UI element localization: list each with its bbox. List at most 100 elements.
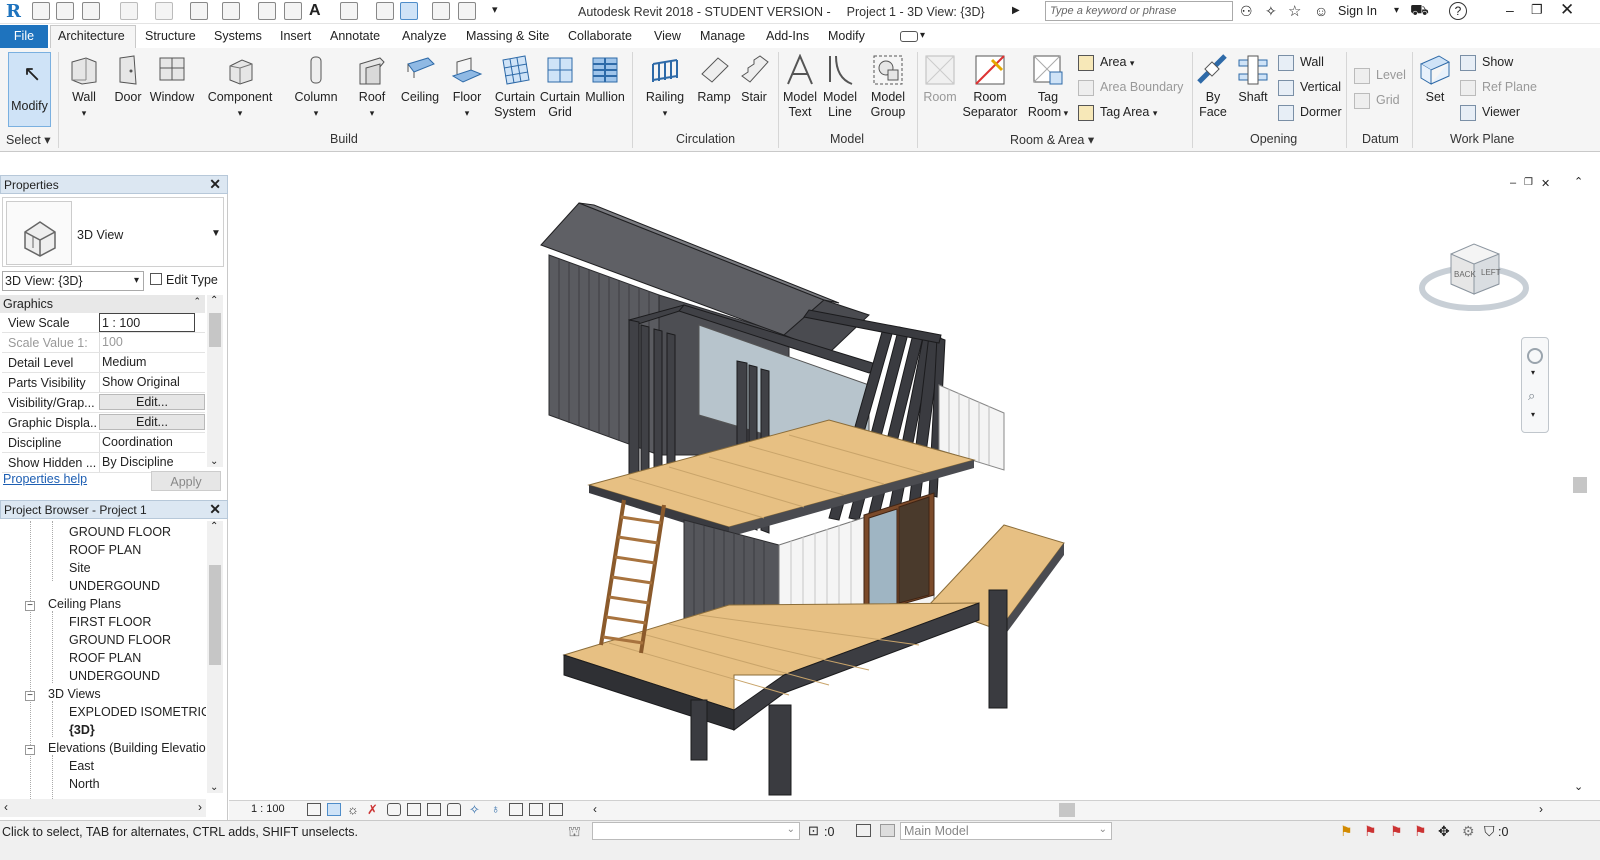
dormer-button[interactable]: Dormer (1278, 103, 1342, 123)
analytical-model-icon[interactable] (549, 803, 563, 816)
tree-item[interactable]: UNDERGOUND (69, 579, 160, 593)
panel-toggle-icon[interactable] (900, 31, 918, 42)
tree-item[interactable]: FIRST FLOOR (69, 615, 151, 629)
selection-count-icon[interactable]: ⊡ (808, 823, 819, 839)
worksharing-display-icon[interactable] (529, 803, 543, 816)
tag-area-button[interactable]: Tag Area ▾ (1078, 103, 1157, 123)
curtain-system-button[interactable]: Curtain System (492, 54, 538, 120)
design-option-dropdown[interactable]: Main Model ⌄ (900, 822, 1112, 840)
text-icon[interactable]: A (309, 2, 321, 20)
door-button[interactable]: Door (110, 54, 146, 105)
zoom-icon[interactable]: ⌕ (1528, 388, 1535, 404)
print-icon[interactable] (190, 2, 208, 20)
room-button[interactable]: Room (920, 54, 960, 105)
ref-plane-button[interactable]: Ref Plane (1460, 78, 1537, 98)
edit-type-button[interactable]: Edit Type (150, 273, 218, 287)
visual-style-icon[interactable] (327, 803, 341, 816)
floor-button[interactable]: Floor ▾ (448, 54, 486, 121)
tab-add-ins[interactable]: Add-Ins (766, 29, 809, 43)
select-pinned-icon[interactable]: ⚑ (1390, 823, 1403, 840)
close-icon[interactable]: ✕ (1560, 0, 1574, 20)
binoculars-icon[interactable]: ⚇ (1240, 3, 1253, 20)
view-cube-back-label[interactable]: BACK (1454, 270, 1476, 279)
viewport-vscrollbar[interactable]: ⌃ ⌄ (1564, 175, 1600, 800)
type-selector[interactable]: 3D View ▼ (2, 197, 224, 267)
mullion-button[interactable]: Mullion (582, 54, 628, 105)
aligned-dimension-icon[interactable] (258, 2, 276, 20)
tab-manage[interactable]: Manage (700, 29, 745, 43)
save-icon[interactable] (56, 2, 74, 20)
default-3d-view-icon[interactable] (340, 2, 358, 20)
workset-dropdown[interactable]: ⌄ (592, 822, 800, 840)
tree-item-active-3d[interactable]: {3D} (69, 723, 95, 737)
drag-elements-icon[interactable]: ✥ (1438, 823, 1450, 840)
collapse-toggle-icon[interactable]: − (25, 691, 35, 701)
select-dropdown[interactable]: Select ▾ (6, 132, 51, 147)
switch-windows-icon[interactable] (458, 2, 476, 20)
restore-icon[interactable]: ❐ (1531, 2, 1543, 18)
railing-button[interactable]: Railing ▾ (642, 54, 688, 121)
tree-item-elevations[interactable]: Elevations (Building Elevation (48, 741, 206, 755)
model-line-button[interactable]: Model Line (818, 54, 862, 120)
tab-massing-site[interactable]: Massing & Site (466, 29, 549, 43)
tree-item[interactable]: UNDERGOUND (69, 669, 160, 683)
3d-viewport[interactable]: – ❐ ✕ BACK LEFT ▾ ⌕ ▾ (229, 175, 1564, 800)
apply-button[interactable]: Apply (151, 471, 221, 491)
file-tab[interactable]: File (0, 25, 48, 48)
lock-view-icon[interactable] (447, 803, 461, 816)
grid-button[interactable]: Grid (1354, 91, 1400, 111)
column-button[interactable]: Column ▾ (292, 54, 340, 121)
vertical-opening-button[interactable]: Vertical (1278, 78, 1341, 98)
measure-icon[interactable] (222, 2, 240, 20)
temporary-view-properties-icon[interactable] (509, 803, 523, 816)
select-underlay-icon[interactable]: ⚑ (1364, 823, 1377, 840)
browser-vscrollbar[interactable]: ⌃ ⌄ (207, 521, 223, 793)
scroll-thumb[interactable] (209, 313, 221, 347)
tab-collaborate[interactable]: Collaborate (568, 29, 632, 43)
area-button[interactable]: Area ▾ (1078, 53, 1134, 73)
tab-analyze[interactable]: Analyze (402, 29, 446, 43)
tab-modify[interactable]: Modify (828, 29, 865, 43)
tab-structure[interactable]: Structure (145, 29, 196, 43)
view-cube-left-label[interactable]: LEFT (1481, 268, 1501, 277)
design-options-icon[interactable] (856, 824, 871, 837)
scroll-down-icon[interactable]: ⌄ (210, 456, 218, 467)
level-button[interactable]: Level (1354, 66, 1406, 86)
select-links-icon[interactable]: ⚑ (1340, 823, 1353, 840)
select-by-face-icon[interactable]: ⚑ (1414, 823, 1427, 840)
detail-level-icon[interactable] (307, 803, 321, 816)
collapse-toggle-icon[interactable]: − (25, 745, 35, 755)
edit-graphic-display-button[interactable]: Edit... (99, 414, 205, 430)
section-icon[interactable] (376, 2, 394, 20)
stair-button[interactable]: Stair (734, 54, 774, 105)
prop-value[interactable]: Coordination (99, 433, 205, 452)
tab-view[interactable]: View (654, 29, 681, 43)
thin-lines-icon[interactable] (400, 2, 418, 20)
show-button[interactable]: Show (1460, 53, 1513, 73)
help-icon[interactable]: ? (1449, 2, 1467, 20)
sync-icon[interactable] (82, 2, 100, 20)
scroll-right-icon[interactable]: › (198, 800, 202, 814)
type-dropdown-icon[interactable]: ▼ (211, 228, 221, 239)
communication-center-icon[interactable]: ✧ (1265, 3, 1277, 20)
ceiling-button[interactable]: Ceiling (398, 54, 442, 105)
browser-hscrollbar[interactable]: ‹ › (0, 799, 206, 817)
room-area-panel-title[interactable]: Room & Area ▾ (1010, 132, 1094, 147)
scroll-down-icon[interactable]: ⌄ (1574, 780, 1583, 793)
edit-visibility-button[interactable]: Edit... (99, 394, 205, 410)
sign-in-button[interactable]: Sign In (1338, 4, 1377, 18)
by-face-button[interactable]: By Face (1194, 54, 1232, 120)
prop-value[interactable]: By Discipline (99, 453, 205, 472)
tab-annotate[interactable]: Annotate (330, 29, 380, 43)
show-crop-icon[interactable] (427, 803, 441, 816)
crop-view-icon[interactable] (407, 803, 421, 816)
view-cube[interactable]: BACK LEFT (1419, 240, 1529, 320)
hscroll-left-icon[interactable]: ‹ (593, 802, 597, 816)
search-input[interactable]: Type a keyword or phrase (1045, 1, 1233, 21)
wall-button[interactable]: Wall ▾ (66, 54, 102, 121)
background-processes-icon[interactable]: ⚙ (1462, 823, 1475, 840)
editing-requests-icon[interactable] (880, 824, 895, 837)
view-scale-input[interactable]: 1 : 100 (99, 313, 195, 332)
close-hidden-icon[interactable] (432, 2, 450, 20)
reveal-hidden-icon[interactable]: ♁ (491, 802, 500, 816)
